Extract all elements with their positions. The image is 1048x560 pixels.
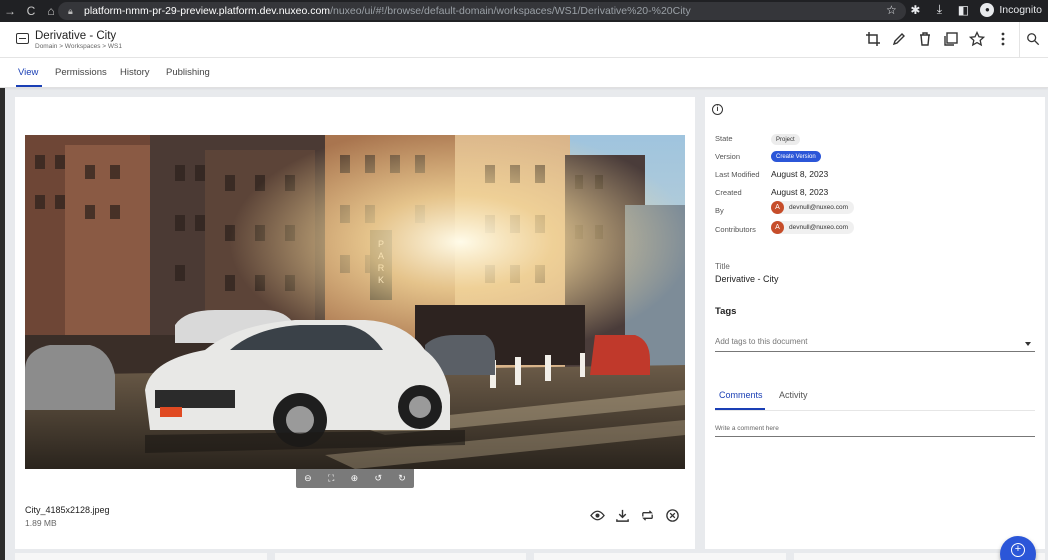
contributors-label: Contributors <box>715 225 756 234</box>
avatar: A <box>771 201 784 214</box>
url-path: /nuxeo/ui/#!/browse/default-domain/works… <box>330 5 691 17</box>
image-viewer: P A R K <box>15 97 695 549</box>
contributor-email: devnull@nuxeo.com <box>789 224 848 231</box>
avatar: A <box>771 221 784 234</box>
state-label: State <box>715 134 733 143</box>
tab-activity[interactable]: Activity <box>779 390 808 400</box>
active-comment-tab-indicator <box>715 408 765 410</box>
file-size: 1.89 MB <box>25 518 57 528</box>
contributor-chip[interactable]: A devnull@nuxeo.com <box>771 221 854 234</box>
picture-icon <box>16 33 29 44</box>
search-button[interactable] <box>1024 30 1042 48</box>
left-edge <box>0 88 5 560</box>
city-street-photo: P A R K <box>25 135 685 469</box>
download-button[interactable] <box>614 507 631 524</box>
pencil-icon <box>892 33 905 46</box>
tile <box>534 553 786 560</box>
eye-icon <box>590 510 605 521</box>
created-value: August 8, 2023 <box>771 187 829 197</box>
tile <box>274 553 526 560</box>
more-vert-icon <box>1001 32 1005 46</box>
state-badge: Project <box>771 134 800 145</box>
by-label: By <box>715 206 724 215</box>
author-chip[interactable]: A devnull@nuxeo.com <box>771 201 854 214</box>
last-modified-value: August 8, 2023 <box>771 169 829 179</box>
browser-toolbar: → C ⌂ 🔒︎ platform-nmm-pr-29-preview.plat… <box>0 0 1048 22</box>
more-actions-button[interactable] <box>994 30 1012 48</box>
tags-input[interactable]: Add tags to this document <box>715 334 1035 352</box>
delete-button[interactable] <box>916 30 934 48</box>
crop-button[interactable] <box>864 30 882 48</box>
tile <box>15 553 267 560</box>
title-label: Title <box>715 262 730 271</box>
add-icon: + <box>1011 543 1025 557</box>
document-image[interactable]: P A R K <box>25 135 685 469</box>
created-label: Created <box>715 188 742 197</box>
author-email: devnull@nuxeo.com <box>789 204 848 211</box>
zoom-in-icon[interactable]: ⊕ <box>351 473 359 484</box>
add-to-collection-button[interactable] <box>942 30 960 48</box>
header-divider <box>1019 22 1020 58</box>
create-version-button[interactable]: Create Version <box>771 151 821 162</box>
dropdown-arrow-icon[interactable] <box>1025 342 1031 346</box>
tab-permissions[interactable]: Permissions <box>55 67 107 78</box>
extensions-icon[interactable]: ✱ <box>908 3 922 17</box>
preview-button[interactable] <box>589 507 606 524</box>
metadata-panel: i State Project Version Create Version L… <box>705 97 1045 549</box>
tab-comments[interactable]: Comments <box>719 390 763 400</box>
tab-view[interactable]: View <box>18 67 38 78</box>
zoom-controls: ⊖ ⛶ ⊕ ↺ ↻ <box>296 469 414 488</box>
browser-nav: → C ⌂ <box>0 4 56 18</box>
active-tab-indicator <box>16 85 42 87</box>
bookmark-star-icon[interactable]: ☆ <box>884 3 898 17</box>
sidebar-icon[interactable]: ◧ <box>956 3 970 17</box>
document-actions <box>864 30 1012 48</box>
comment-input[interactable]: Write a comment here <box>715 425 1035 437</box>
download-icon <box>616 509 629 522</box>
search-icon <box>1027 33 1040 46</box>
bottom-tiles <box>15 553 1045 560</box>
incognito-label: Incognito <box>999 3 1042 16</box>
title-value: Derivative - City <box>715 274 779 284</box>
swap-icon <box>642 510 653 521</box>
home-icon[interactable]: ⌂ <box>46 4 56 18</box>
collection-icon <box>944 32 958 46</box>
url-host: platform-nmm-pr-29-preview.platform.dev.… <box>84 5 331 17</box>
page-title: Derivative - City <box>35 30 117 42</box>
crop-icon <box>866 32 880 46</box>
replace-button[interactable] <box>639 507 656 524</box>
trash-icon <box>920 32 930 46</box>
download-icon[interactable]: ⤓ <box>932 2 946 17</box>
lock-icon: 🔒︎ <box>68 5 73 16</box>
tags-placeholder: Add tags to this document <box>715 337 808 346</box>
comments-divider <box>715 410 1035 411</box>
rotate-right-icon[interactable]: ↻ <box>398 473 406 484</box>
edit-button[interactable] <box>890 30 908 48</box>
tags-heading: Tags <box>715 306 737 317</box>
version-label: Version <box>715 152 741 161</box>
file-actions <box>589 507 681 524</box>
breadcrumb[interactable]: Domain > Workspaces > WS1 <box>35 43 122 50</box>
zoom-out-icon[interactable]: ⊖ <box>304 473 312 484</box>
fit-screen-icon[interactable]: ⛶ <box>328 473 334 484</box>
document-header: Derivative - City Domain > Workspaces > … <box>0 22 1048 58</box>
incognito-profile[interactable]: ● Incognito <box>980 2 1042 17</box>
last-modified-label: Last Modified <box>715 170 760 179</box>
info-icon[interactable]: i <box>712 104 723 115</box>
tab-history[interactable]: History <box>120 67 150 78</box>
incognito-icon: ● <box>980 2 995 17</box>
remove-button[interactable] <box>664 507 681 524</box>
tab-publishing[interactable]: Publishing <box>166 67 210 78</box>
file-name: City_4185x2128.jpeg <box>25 505 110 515</box>
browser-actions: ☆ ✱ ⤓ ◧ ● Incognito <box>884 2 1042 17</box>
address-bar[interactable]: 🔒︎ platform-nmm-pr-29-preview.platform.d… <box>58 2 906 20</box>
rotate-left-icon[interactable]: ↺ <box>374 473 382 484</box>
favorite-button[interactable] <box>968 30 986 48</box>
star-icon <box>969 31 985 47</box>
document-tabs: View Permissions History Publishing <box>0 58 1048 88</box>
reload-icon[interactable]: C <box>26 4 36 18</box>
close-circle-icon <box>666 509 679 522</box>
back-arrow-icon[interactable]: → <box>4 4 16 18</box>
